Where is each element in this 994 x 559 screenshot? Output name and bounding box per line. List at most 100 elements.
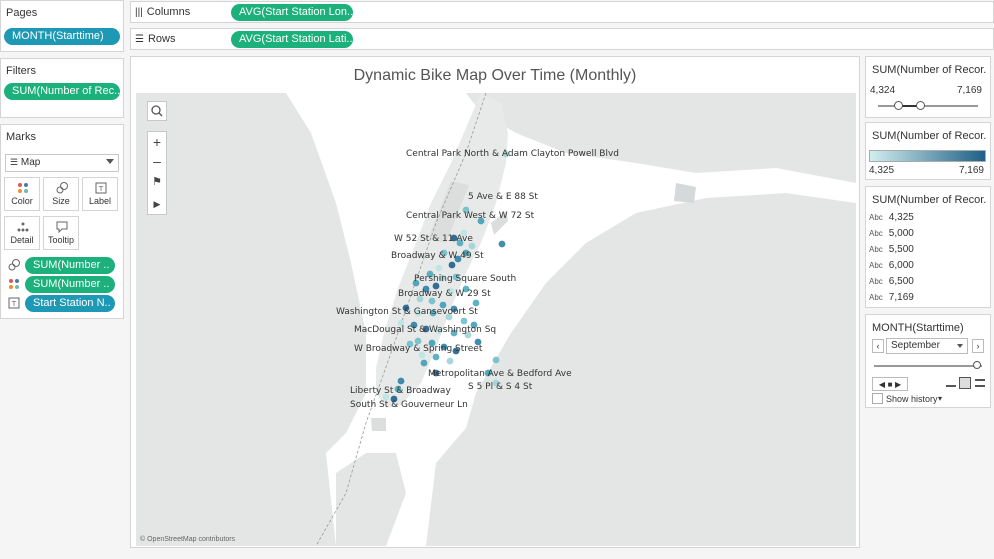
station-label: Central Park North & Adam Clayton Powell… [406, 149, 619, 159]
pages-title: Pages [6, 7, 38, 19]
columns-icon: ||| [135, 7, 143, 18]
chevron-down-icon [106, 159, 114, 164]
station-label: W 52 St & 11 Ave [394, 234, 473, 244]
detail-card-label: Detail [10, 235, 34, 245]
search-icon [151, 105, 163, 117]
color-card-label: Color [11, 196, 33, 206]
zoom-in-button[interactable]: + [148, 132, 166, 152]
show-history-checkbox[interactable] [872, 393, 883, 404]
page-slider-handle[interactable] [972, 361, 981, 369]
viz-title: Dynamic Bike Map Over Time (Monthly) [353, 67, 637, 84]
map-tools-expand-button[interactable]: ▶ [148, 194, 166, 214]
marks-label-field-pill[interactable]: Start Station N.. [25, 295, 115, 312]
columns-longitude-pill[interactable]: AVG(Start Station Lon.. [231, 4, 353, 21]
rows-latitude-pill[interactable]: AVG(Start Station Lati.. [231, 31, 353, 48]
detail-icon [17, 222, 29, 232]
station-marker[interactable] [472, 299, 480, 307]
map-zoom-controls: + – ⚑ ▶ [147, 131, 167, 215]
range-slider-max-handle[interactable] [916, 101, 925, 110]
rows-shelf[interactable]: ☰ Rows AVG(Start Station Lati.. [130, 28, 994, 50]
columns-shelf-label: ||| Columns [135, 6, 191, 18]
pages-card: Pages MONTH(Starttime) [0, 0, 124, 52]
filter-sum-pill[interactable]: SUM(Number of Rec.. [4, 83, 120, 100]
label-legend-item: Abc 6,000 [869, 260, 914, 271]
station-marker[interactable] [435, 264, 443, 272]
color-legend-card: SUM(Number of Recor.. 4,325 7,169 [865, 122, 991, 180]
color-legend-title: SUM(Number of Recor.. [872, 130, 986, 142]
station-marker[interactable] [460, 317, 468, 325]
size-card[interactable]: Size [43, 177, 79, 211]
station-marker[interactable] [420, 359, 428, 367]
rows-shelf-label: ☰ Rows [135, 33, 176, 45]
label-legend-item: Abc 4,325 [869, 212, 914, 223]
month-select[interactable]: September [886, 338, 968, 354]
map-basemap: Central Park North & Adam Clayton Powell… [136, 93, 856, 546]
mark-type-dropdown[interactable]: ☰ Map [5, 154, 119, 172]
speed-medium-button[interactable] [959, 377, 971, 389]
station-marker[interactable] [446, 357, 454, 365]
pages-month-pill[interactable]: MONTH(Starttime) [4, 28, 120, 45]
station-label: 5 Ave & E 88 St [468, 192, 538, 202]
play-icon: ▶ [153, 199, 161, 209]
pin-icon: ⚑ [152, 176, 162, 188]
show-history-label[interactable]: Show history [886, 394, 938, 404]
size-icon [56, 182, 68, 194]
filters-title: Filters [6, 65, 36, 77]
marks-size-field-pill[interactable]: SUM(Number .. [25, 257, 115, 274]
next-page-button[interactable]: › [972, 339, 984, 353]
color-ramp [869, 150, 986, 162]
range-slider-min-handle[interactable] [894, 101, 903, 110]
station-marker[interactable] [498, 240, 506, 248]
label-card-label: Label [88, 196, 112, 206]
label-icon: T [8, 297, 20, 309]
station-marker[interactable] [432, 353, 440, 361]
viz-worksheet: Dynamic Bike Map Over Time (Monthly) Cen… [130, 56, 860, 548]
station-marker[interactable] [397, 377, 405, 385]
map-search-button[interactable] [147, 101, 167, 121]
label-card[interactable]: T Label [82, 177, 118, 211]
label-legend-item: Abc 7,169 [869, 292, 914, 303]
month-select-value: September [891, 340, 940, 351]
label-legend-item: Abc 6,500 [869, 276, 914, 287]
speed-slow-button[interactable] [946, 385, 956, 387]
label-legend-item: Abc 5,000 [869, 228, 914, 239]
columns-shelf[interactable]: ||| Columns AVG(Start Station Lon.. [130, 1, 994, 23]
detail-card[interactable]: Detail [4, 216, 40, 250]
size-icon [8, 259, 20, 271]
speed-fast-button[interactable] [975, 379, 985, 387]
marks-card: Marks ☰ Map Color Size T Label Detail To… [0, 124, 124, 319]
station-label: South St & Gouverneur Ln [350, 400, 468, 410]
tooltip-card-label: Tooltip [47, 235, 74, 245]
station-label: S 5 Pl & S 4 St [468, 382, 533, 392]
range-slider-track[interactable] [878, 105, 978, 107]
color-card[interactable]: Color [4, 177, 40, 211]
play-back-button[interactable]: ◀ [879, 380, 885, 389]
station-label: Broadway & W 49 St [391, 251, 484, 261]
prev-page-button[interactable]: ‹ [872, 339, 884, 353]
playback-speed-controls [946, 377, 986, 391]
stop-button[interactable]: ■ [888, 380, 893, 389]
label-legend-card: SUM(Number of Recor.. Abc 4,325 Abc 5,000 … [865, 186, 991, 308]
station-label: Central Park West & W 72 St [406, 211, 535, 221]
chevron-right-icon: › [976, 341, 980, 351]
range-filter-card: SUM(Number of Recor.. 4,324 7,169 [865, 56, 991, 118]
size-card-label: Size [52, 196, 70, 206]
page-slider-track[interactable] [874, 365, 982, 367]
playback-controls: ◀ ■ ▶ [872, 377, 908, 391]
color-dots-icon [18, 183, 28, 193]
map-canvas[interactable]: Central Park North & Adam Clayton Powell… [136, 93, 856, 546]
tooltip-card[interactable]: Tooltip [43, 216, 79, 250]
play-forward-button[interactable]: ▶ [895, 380, 901, 389]
marks-color-field-pill[interactable]: SUM(Number .. [25, 276, 115, 293]
svg-text:T: T [11, 300, 17, 308]
label-icon: T [95, 182, 107, 194]
station-label: Metropolitan Ave & Bedford Ave [428, 369, 572, 379]
zoom-out-button[interactable]: – [148, 152, 166, 172]
pin-map-button[interactable]: ⚑ [148, 172, 166, 192]
station-label: Liberty St & Broadway [350, 386, 451, 396]
station-marker[interactable] [492, 356, 500, 364]
label-legend-item: Abc 5,500 [869, 244, 914, 255]
station-label: W Broadway & Spring Street [354, 344, 483, 354]
station-marker[interactable] [448, 261, 456, 269]
station-label: Pershing Square South [414, 274, 516, 284]
